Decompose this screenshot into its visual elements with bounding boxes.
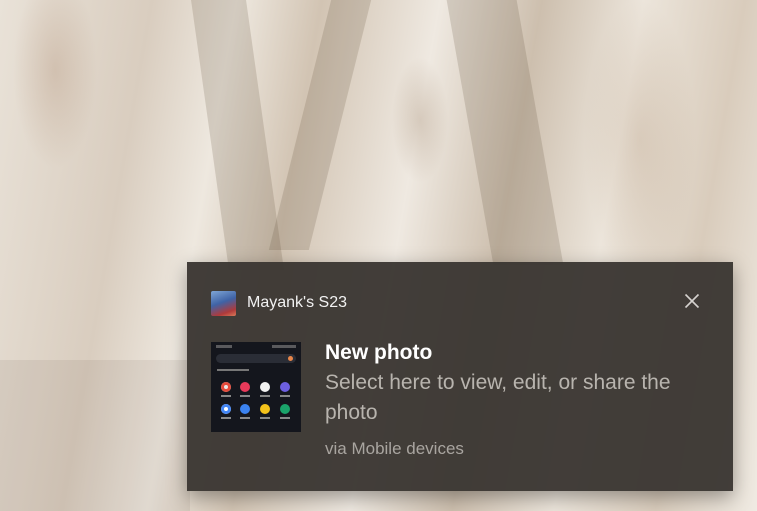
photo-thumbnail[interactable]: [211, 342, 301, 432]
device-avatar-icon: [211, 290, 236, 316]
notification-toast[interactable]: Mayank's S23 New photo Select here to vi…: [187, 262, 733, 491]
close-icon: [684, 293, 700, 309]
wallpaper-shadow: [446, 0, 564, 265]
notification-content: New photo Select here to view, edit, or …: [325, 340, 705, 459]
notification-attribution: via Mobile devices: [325, 439, 464, 458]
notification-body: Select here to view, edit, or share the …: [325, 371, 671, 424]
wallpaper-shadow: [268, 0, 372, 250]
wallpaper-shadow: [0, 360, 190, 511]
notification-header: Mayank's S23: [211, 290, 711, 316]
close-button[interactable]: [681, 290, 703, 312]
notification-app-name: Mayank's S23: [247, 294, 347, 311]
wallpaper-shadow: [191, 0, 284, 270]
notification-title: New photo: [325, 341, 433, 364]
